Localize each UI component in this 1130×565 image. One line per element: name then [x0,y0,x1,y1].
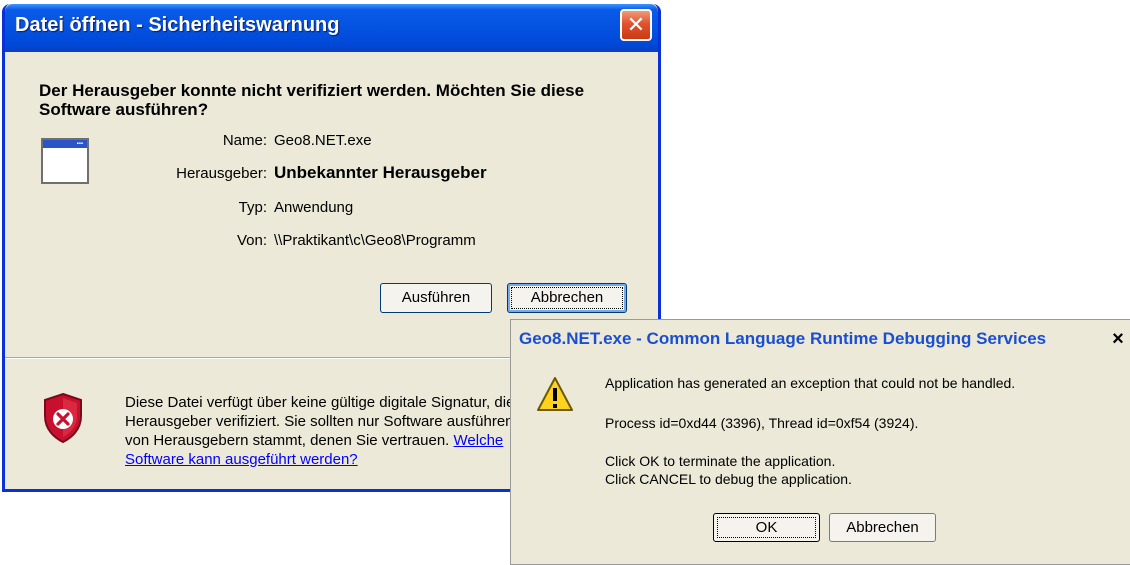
from-value: \\Praktikant\c\Geo8\Programm [274,232,476,249]
process-info: Process id=0xd44 (3396), Thread id=0xf54… [605,415,919,431]
ok-instruction: Click OK to terminate the application. [605,453,836,469]
type-value: Anwendung [274,199,354,216]
publisher-value: Unbekannter Herausgeber [274,163,487,182]
name-value: Geo8.NET.exe [274,132,372,149]
from-label: Von: [236,232,267,249]
ok-button[interactable]: OK [713,513,820,542]
title-bar[interactable]: Geo8.NET.exe - Common Language Runtime D… [511,320,1130,358]
warning-icon [537,377,573,411]
close-button[interactable]: × [1107,328,1129,350]
dialog-title: Geo8.NET.exe - Common Language Runtime D… [519,329,1047,348]
cancel-button[interactable]: Abbrechen [829,513,936,542]
clr-debugging-dialog: Geo8.NET.exe - Common Language Runtime D… [510,319,1130,565]
type-label: Typ: [238,199,267,216]
title-bar[interactable]: Datei öffnen - Sicherheitswarnung ✕ [5,4,658,52]
cancel-instruction: Click CANCEL to debug the application. [605,471,852,487]
name-label: Name: [222,132,267,149]
question-text: Der Herausgeber konnte nicht verifiziert… [39,81,585,119]
signature-warning-text: Diese Datei verfügt über keine gültige d… [125,393,545,469]
dialog-title: Datei öffnen - Sicherheitswarnung [15,14,340,36]
exception-message: Application has generated an exception t… [605,375,1016,391]
run-button[interactable]: Ausführen [380,283,492,313]
shield-error-icon [44,392,82,444]
cancel-button[interactable]: Abbrechen [507,283,627,313]
close-button[interactable]: ✕ [620,9,652,41]
publisher-label: Herausgeber: [176,165,267,182]
